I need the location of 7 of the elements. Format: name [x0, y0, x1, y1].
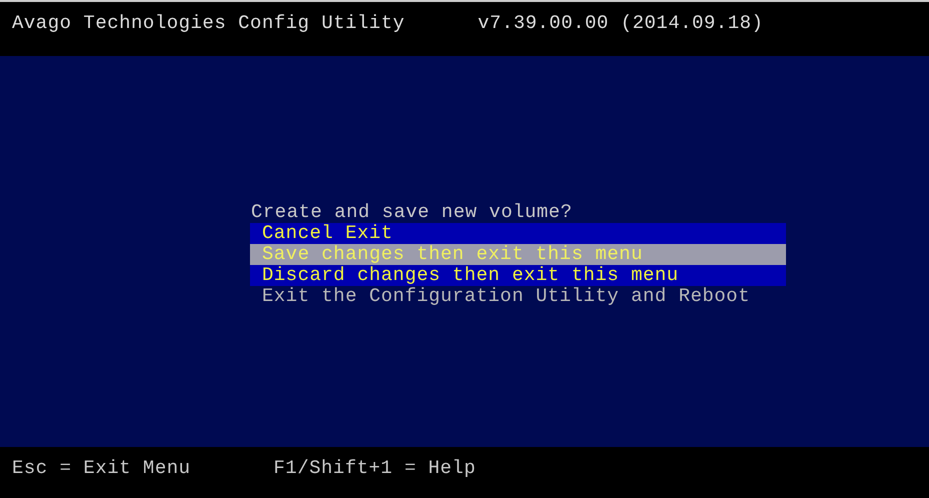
menu-item[interactable]: Cancel Exit [250, 223, 786, 244]
key-hint: F1/Shift+1 = Help [274, 456, 476, 478]
app-title: Avago Technologies Config Utility [12, 12, 405, 34]
key-hint: Esc = Exit Menu [12, 456, 191, 478]
menu-item[interactable]: Discard changes then exit this menu [250, 265, 786, 286]
version-label: v7.39.00.00 (2014.09.18) [478, 12, 764, 34]
dialog-prompt: Create and save new volume? [250, 202, 574, 223]
